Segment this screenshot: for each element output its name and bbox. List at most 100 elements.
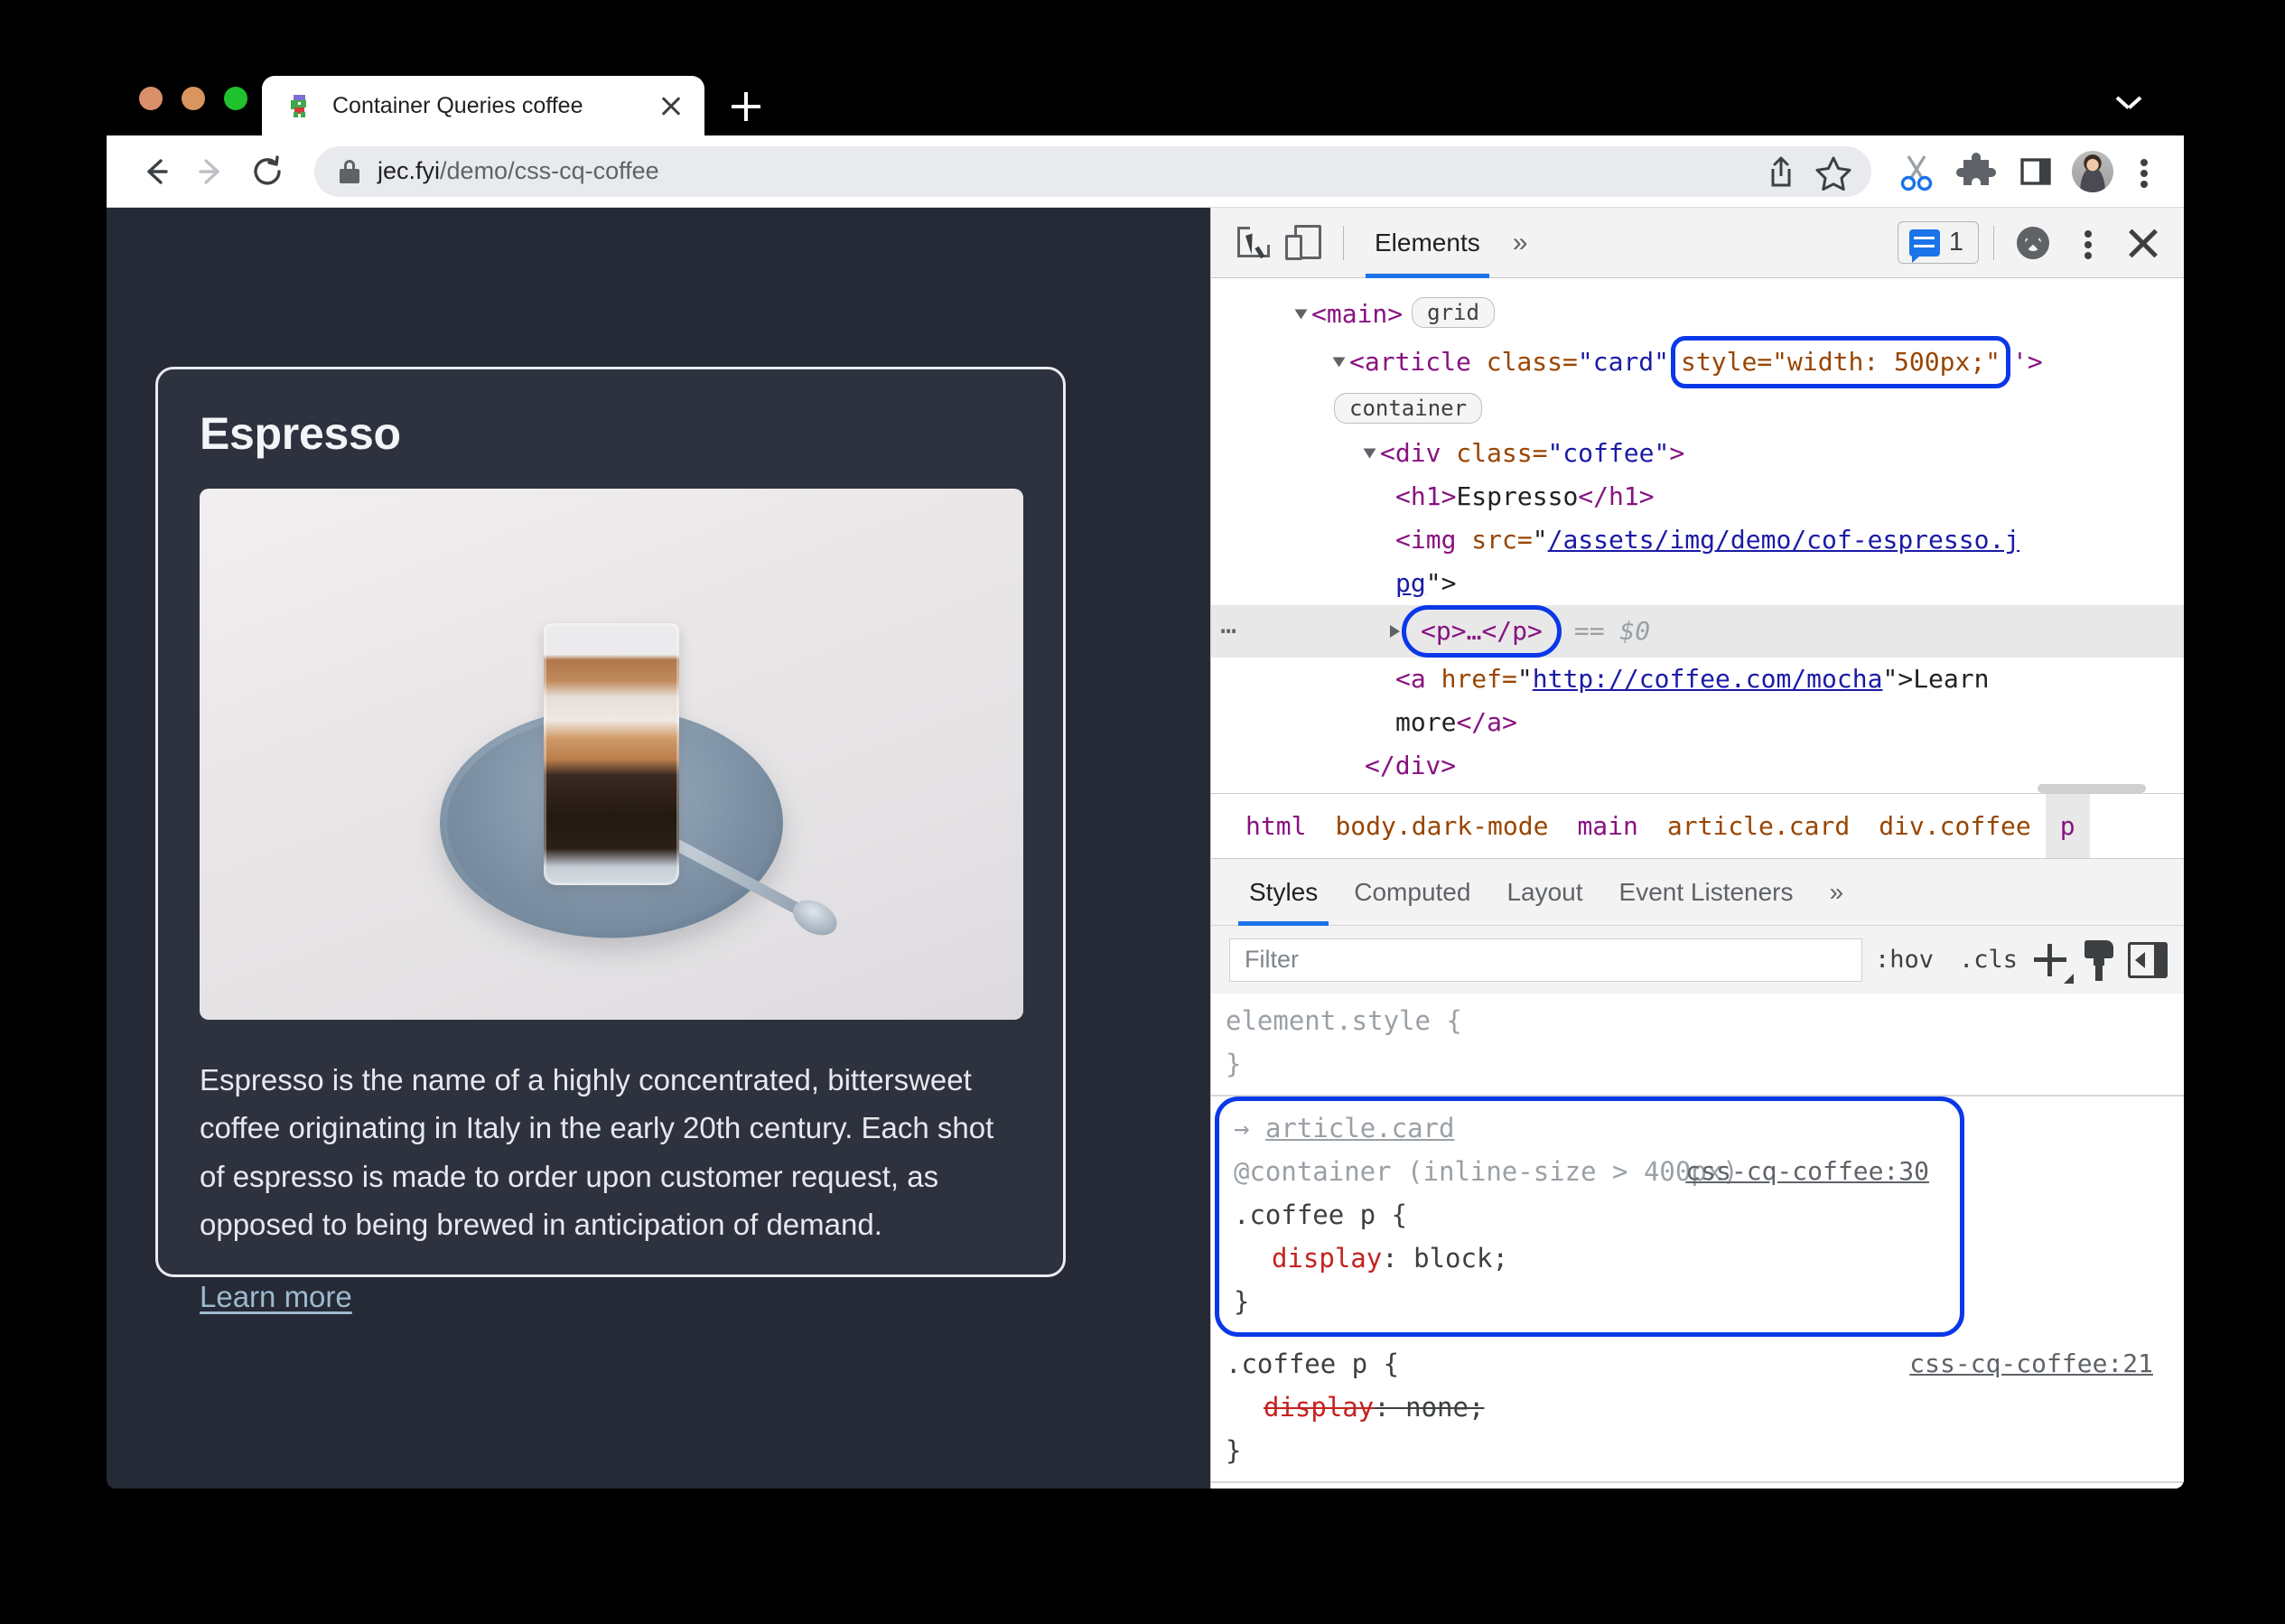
tab-elements[interactable]: Elements xyxy=(1358,208,1497,278)
close-window-button[interactable] xyxy=(139,87,163,110)
inspect-element-icon[interactable] xyxy=(1231,219,1280,267)
dom-tree-scrollbar[interactable] xyxy=(1211,784,2182,793)
container-badge[interactable]: container xyxy=(1334,393,1483,424)
declaration-property[interactable]: display xyxy=(1234,1243,1382,1274)
tab-styles[interactable]: Styles xyxy=(1231,859,1336,926)
highlight-p-element[interactable]: <p>…</p> xyxy=(1402,605,1562,658)
declaration-value[interactable]: none; xyxy=(1405,1392,1484,1423)
dom-tree[interactable]: <main> grid <article class="card" style="w… xyxy=(1211,278,2184,793)
maximize-window-button[interactable] xyxy=(224,87,247,110)
content-area: Espresso Espresso is the name of a highl… xyxy=(107,208,2184,1489)
rule-coffee-p-overridden[interactable]: .coffee p { display: none; } css-cq-coff… xyxy=(1211,1337,2184,1483)
closing-line: } xyxy=(1226,1429,2184,1472)
side-panel-icon[interactable] xyxy=(2012,148,2059,195)
browser-tab[interactable]: Container Queries coffee xyxy=(262,76,704,135)
class-toggle[interactable]: .cls xyxy=(1946,946,2030,974)
message-count-badge[interactable]: 1 xyxy=(1897,221,1979,264)
tab-event-listeners[interactable]: Event Listeners xyxy=(1601,859,1812,926)
tab-layout[interactable]: Layout xyxy=(1488,859,1600,926)
filter-input[interactable]: Filter xyxy=(1229,938,1862,982)
dom-tag: <img xyxy=(1395,525,1472,555)
more-panels-button[interactable]: » xyxy=(1497,228,1544,258)
inherited-from-link[interactable]: article.card xyxy=(1265,1113,1455,1143)
panel-toggle-icon[interactable] xyxy=(2128,941,2168,978)
breadcrumb-item-div[interactable]: div.coffee xyxy=(1864,811,2046,841)
dom-tag-p: <p>…</p> xyxy=(1421,616,1543,646)
declaration-property[interactable]: display xyxy=(1226,1392,1374,1423)
dom-row[interactable]: </div> xyxy=(1211,744,2184,788)
dom-row[interactable]: <a href="http://coffee.com/mocha">Learn xyxy=(1211,658,2184,701)
rule-element-style[interactable]: element.style { } xyxy=(1211,994,2184,1097)
puzzle-piece-icon[interactable] xyxy=(1953,148,2000,195)
hover-state-toggle[interactable]: :hov xyxy=(1862,946,1946,974)
dom-row[interactable]: <img src="/assets/img/demo/cof-espresso.… xyxy=(1211,518,2184,562)
dom-row[interactable]: <div class="coffee"> xyxy=(1211,432,2184,475)
kebab-menu-icon[interactable] xyxy=(2126,148,2162,195)
tab-title: Container Queries coffee xyxy=(332,92,583,118)
url-host: jec.fyi xyxy=(378,157,441,184)
stylesheet-origin-link[interactable]: css-cq-coffee:21 xyxy=(1909,1342,2153,1386)
back-arrow-icon[interactable] xyxy=(130,146,181,197)
url-path: /demo/css-cq-coffee xyxy=(440,157,659,184)
dom-row[interactable]: more</a> xyxy=(1211,701,2184,744)
profile-avatar[interactable] xyxy=(2072,150,2113,192)
selector-text[interactable]: .coffee p { xyxy=(1226,1349,1399,1379)
gear-icon[interactable] xyxy=(2009,219,2057,267)
expand-triangle-icon[interactable] xyxy=(1294,309,1308,320)
breadcrumb-item-article[interactable]: article.card xyxy=(1653,811,1864,841)
expand-triangle-icon[interactable] xyxy=(1363,448,1376,459)
selector-text: element.style { xyxy=(1226,1005,1462,1036)
dom-tag: <a xyxy=(1395,664,1441,694)
anchor-href-link[interactable]: http://coffee.com/mocha xyxy=(1533,664,1883,694)
declaration[interactable]: display: none; xyxy=(1226,1386,2184,1429)
breadcrumb: html body.dark-mode main article.card di… xyxy=(1211,793,2184,858)
expand-triangle-icon[interactable] xyxy=(1332,357,1346,368)
close-tab-icon[interactable] xyxy=(656,90,686,121)
share-icon[interactable] xyxy=(1758,148,1805,195)
breadcrumb-item-p[interactable]: p xyxy=(2045,794,2090,858)
lock-icon[interactable] xyxy=(340,159,359,183)
reload-icon[interactable] xyxy=(242,146,293,197)
dom-quote: "> xyxy=(1425,568,1457,598)
collapse-triangle-icon[interactable] xyxy=(1390,625,1400,638)
stylesheet-origin-link[interactable]: css-cq-coffee:30 xyxy=(1685,1150,1929,1193)
device-toolbar-icon[interactable] xyxy=(1280,219,1329,267)
breadcrumb-item-main[interactable]: main xyxy=(1562,811,1652,841)
styles-more-tabs-button[interactable]: » xyxy=(1812,859,1862,926)
highlight-style-attribute[interactable]: style="width: 500px;" xyxy=(1671,336,2011,388)
close-devtools-icon[interactable] xyxy=(2119,219,2168,267)
dom-row[interactable]: pg"> xyxy=(1211,562,2184,605)
dom-row[interactable]: <main> grid xyxy=(1211,293,2184,336)
omnibox-actions xyxy=(1758,148,1864,195)
dom-tag: <main> xyxy=(1311,299,1404,329)
declaration[interactable]: display: block; xyxy=(1234,1237,1960,1280)
dom-row[interactable]: container xyxy=(1211,388,2184,432)
minimize-window-button[interactable] xyxy=(182,87,205,110)
dom-row-selected[interactable]: ⋯ <p>…</p> == $0 xyxy=(1211,605,2184,658)
breadcrumb-item-html[interactable]: html xyxy=(1231,811,1320,841)
learn-more-link[interactable]: Learn more xyxy=(200,1280,352,1314)
scissors-icon[interactable] xyxy=(1893,148,1940,195)
forward-arrow-icon[interactable] xyxy=(186,146,237,197)
devtools-kebab-menu-icon[interactable] xyxy=(2070,219,2106,266)
rule-p[interactable]: p { css-cq-coffee:3 xyxy=(1211,1483,2184,1489)
new-tab-button[interactable] xyxy=(730,90,762,123)
brush-icon[interactable] xyxy=(2079,938,2119,982)
rule-container-query[interactable]: → article.card @container (inline-size >… xyxy=(1215,1097,1964,1337)
new-style-rule-icon[interactable] xyxy=(2030,940,2074,984)
row-options-ellipsis-icon[interactable]: ⋯ xyxy=(1220,610,1238,653)
tab-computed[interactable]: Computed xyxy=(1336,859,1488,926)
declaration-value[interactable]: block; xyxy=(1413,1243,1508,1274)
img-src-link-cont[interactable]: pg xyxy=(1395,568,1426,598)
grid-badge[interactable]: grid xyxy=(1412,297,1495,328)
img-src-link[interactable]: /assets/img/demo/cof-espresso.j xyxy=(1548,525,2020,555)
dom-row[interactable]: <article class="card" style="width: 500px… xyxy=(1211,336,2184,388)
espresso-glass xyxy=(544,623,679,885)
devtools-toolbar-right: 1 xyxy=(1897,219,2168,267)
star-icon[interactable] xyxy=(1810,148,1857,195)
chevron-down-icon[interactable] xyxy=(2117,96,2140,108)
dom-row[interactable]: <h1>Espresso</h1> xyxy=(1211,475,2184,518)
selector-text[interactable]: .coffee p { xyxy=(1234,1199,1407,1230)
breadcrumb-item-body[interactable]: body.dark-mode xyxy=(1320,811,1562,841)
address-bar[interactable]: jec.fyi/demo/css-cq-coffee xyxy=(314,145,1871,197)
